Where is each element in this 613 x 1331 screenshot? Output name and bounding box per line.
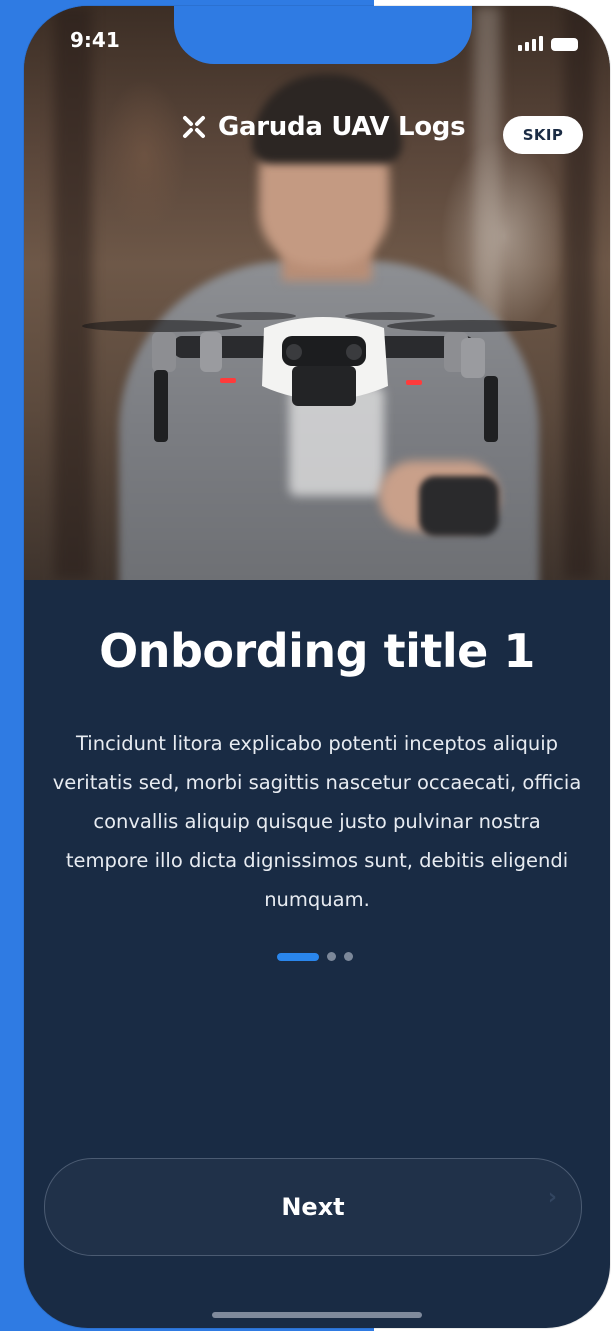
- page-dot[interactable]: [327, 952, 336, 961]
- brand-name: Garuda UAV Logs: [218, 112, 466, 142]
- chevron-right-icon: ›: [547, 1185, 557, 1210]
- drone-x-icon: [183, 116, 205, 138]
- page-indicator: [277, 952, 353, 961]
- brand-header: Garuda UAV Logs: [180, 112, 466, 142]
- device-notch: [174, 6, 472, 64]
- hero-photo: [24, 6, 610, 580]
- page-dot[interactable]: [344, 952, 353, 961]
- home-indicator: [212, 1312, 422, 1318]
- onboarding-title: Onbording title 1: [99, 624, 535, 678]
- onboarding-description: Tincidunt litora explicabo potenti incep…: [52, 732, 582, 911]
- battery-icon: [551, 38, 578, 51]
- page-dot-active[interactable]: [277, 952, 319, 961]
- phone-screen: 9:41 Garuda UAV Logs SKIP Onbording titl…: [24, 6, 610, 1328]
- status-icons: [518, 36, 578, 51]
- next-button[interactable]: Next ›: [44, 1158, 582, 1256]
- skip-button[interactable]: SKIP: [503, 116, 583, 154]
- signal-icon: [518, 36, 543, 51]
- status-time: 9:41: [70, 28, 120, 52]
- next-button-label: Next: [281, 1193, 345, 1221]
- drone-image: [82, 312, 557, 442]
